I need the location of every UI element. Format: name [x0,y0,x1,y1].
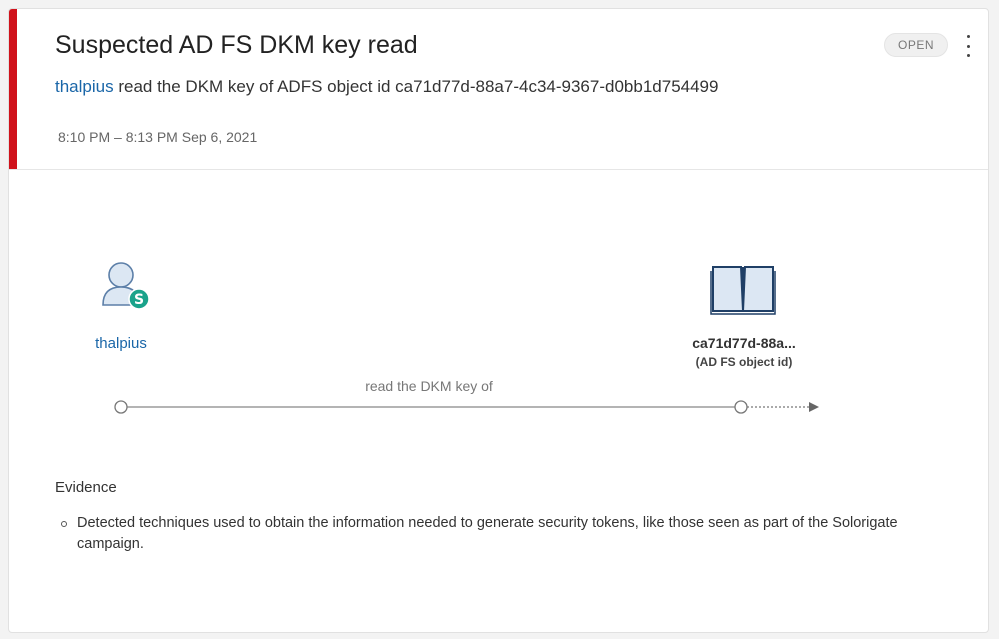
alert-card: Suspected AD FS DKM key read thalpius re… [8,8,989,633]
target-object-type: (AD FS object id) [695,355,793,369]
evidence-list: Detected techniques used to obtain the i… [57,513,957,555]
book-icon [709,261,777,317]
more-options-icon[interactable] [958,33,978,59]
severity-bar [9,9,17,169]
edge-label: read the DKM key of [365,378,493,394]
edge-end-node [734,400,748,414]
status-badge: OPEN [884,33,949,57]
alert-title: Suspected AD FS DKM key read [55,31,418,59]
user-link[interactable]: thalpius [55,77,114,96]
target-object-name[interactable]: ca71d77d-88a... [669,335,819,351]
alert-header: Suspected AD FS DKM key read thalpius re… [9,9,988,170]
evidence-heading: Evidence [55,479,117,496]
source-user-name[interactable]: thalpius [81,335,161,352]
alert-description-text: read the DKM key of ADFS object id ca71d… [113,77,719,96]
user-icon[interactable]: S [97,259,157,315]
sensitive-badge-icon: S [128,288,150,310]
edge-start-node [114,400,128,414]
alert-description: thalpius read the DKM key of ADFS object… [55,77,718,97]
relationship-edge [114,400,819,414]
svg-text:S: S [134,292,144,308]
evidence-item: Detected techniques used to obtain the i… [61,513,957,555]
time-range: 8:10 PM – 8:13 PM Sep 6, 2021 [58,129,258,145]
